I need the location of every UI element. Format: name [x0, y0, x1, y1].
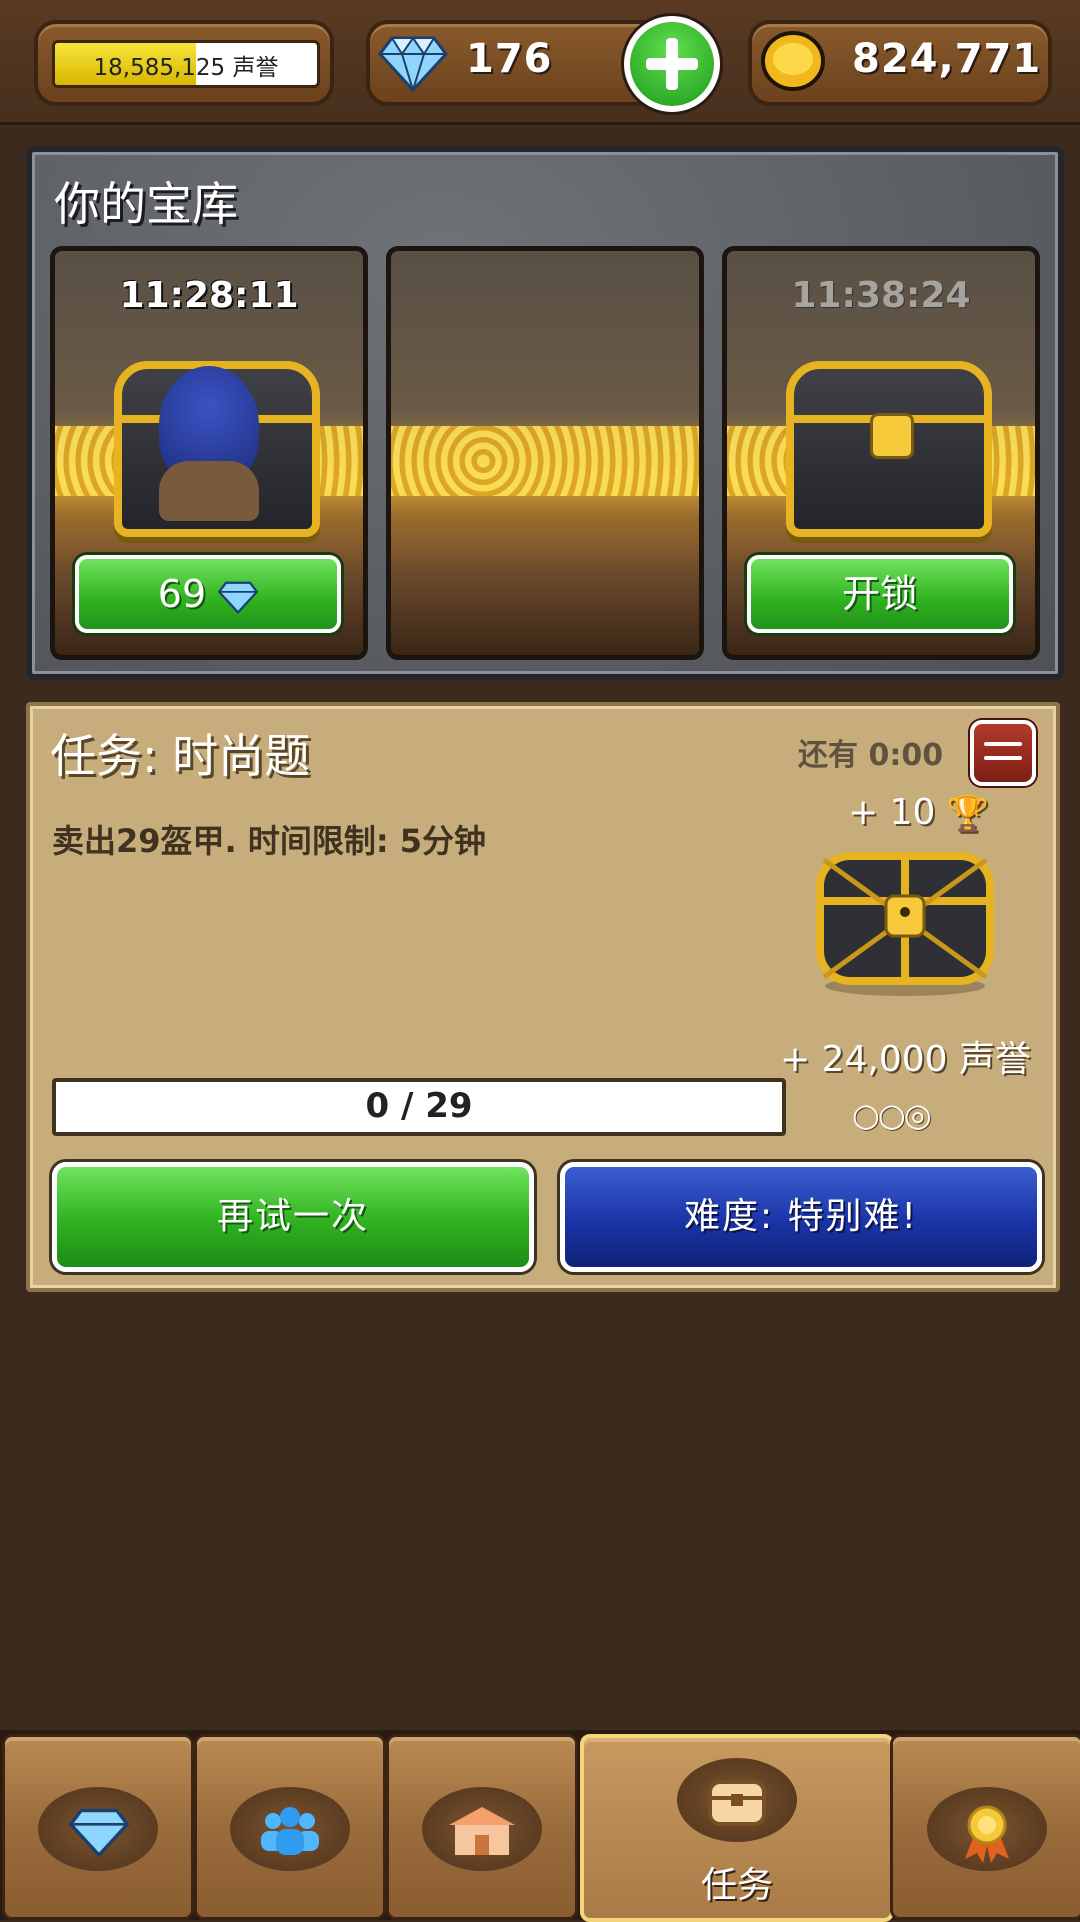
gold-coin-icon — [761, 31, 825, 91]
quest-progress-text: 0 / 29 — [365, 1086, 473, 1126]
gem-icon — [69, 1808, 129, 1857]
trophy-icon: 🏆 — [946, 794, 990, 834]
goblin-body — [159, 461, 259, 521]
gem-count: 176 — [466, 36, 553, 82]
tab-achievements[interactable] — [890, 1734, 1080, 1920]
speedup-gems-button[interactable]: 69 — [75, 555, 341, 633]
gem-icon — [378, 36, 448, 92]
tab-shop[interactable] — [386, 1734, 578, 1920]
trophy-reward: + 10 🏆 — [848, 792, 989, 834]
vault-slot-1[interactable]: 11:28:11 69 — [50, 246, 368, 660]
reputation-display: 18,585,125 声誉 — [34, 20, 334, 106]
swap-arrow — [984, 742, 1022, 746]
slot-timer: 11:38:24 — [791, 275, 971, 316]
treasure-chest — [786, 361, 992, 537]
slot-timer: 11:28:11 — [119, 275, 299, 316]
gold-count: 824,771 — [852, 36, 1042, 82]
reputation-text: 18,585,125 声誉 — [93, 55, 279, 81]
gold-pile — [391, 426, 699, 496]
chest-lock — [870, 413, 914, 459]
vault-title: 你的宝库 — [54, 177, 238, 231]
tab-quests[interactable]: 任务 — [580, 1734, 894, 1922]
tab-customers[interactable] — [194, 1734, 386, 1920]
quest-title: 任务: 时尚题 — [50, 729, 311, 783]
unlock-button[interactable]: 开锁 — [747, 555, 1013, 633]
vault-slot-2-empty — [386, 246, 704, 660]
tab-quests-label: 任务 — [700, 1865, 773, 1906]
people-icon — [261, 1807, 319, 1855]
quest-description: 卖出29盔甲. 时间限制: 5分钟 — [52, 822, 487, 860]
trophy-reward-value: + 10 — [848, 792, 936, 833]
tab-gems[interactable] — [2, 1734, 194, 1920]
vault-panel: 你的宝库 11:28:11 69 11:38:24 开锁 — [26, 146, 1064, 680]
bottom-nav: 任务 — [0, 1730, 1080, 1922]
reward-chest-icon — [816, 852, 994, 996]
retry-button[interactable]: 再试一次 — [52, 1162, 534, 1272]
add-gems-button[interactable] — [624, 16, 720, 112]
gem-icon — [218, 581, 259, 614]
chest-icon — [708, 1780, 766, 1826]
difficulty-button[interactable]: 难度: 特别难! — [560, 1162, 1042, 1272]
quest-panel: 任务: 时尚题 还有 0:00 卖出29盔甲. 时间限制: 5分钟 + 10 🏆… — [26, 702, 1060, 1292]
medal-icon — [965, 1805, 1009, 1863]
swap-quest-button[interactable] — [970, 720, 1036, 786]
gem-counter: 176 — [366, 16, 720, 112]
top-bar: 18,585,125 声誉 176 824,771 — [0, 0, 1080, 125]
reputation-reward: + 24,000 声誉 — [780, 1039, 1032, 1080]
vault-slot-3[interactable]: 11:38:24 开锁 — [722, 246, 1040, 660]
quest-time-left: 还有 0:00 — [798, 738, 944, 773]
swap-arrow — [984, 756, 1022, 760]
quest-progress-bar: 0 / 29 — [52, 1078, 786, 1136]
speedup-cost: 69 — [157, 572, 207, 616]
gold-counter: 824,771 — [748, 20, 1052, 106]
reputation-bar: 18,585,125 声誉 — [52, 40, 320, 88]
market-icon — [449, 1807, 515, 1855]
difficulty-rating: ○○◎ — [852, 1096, 932, 1134]
